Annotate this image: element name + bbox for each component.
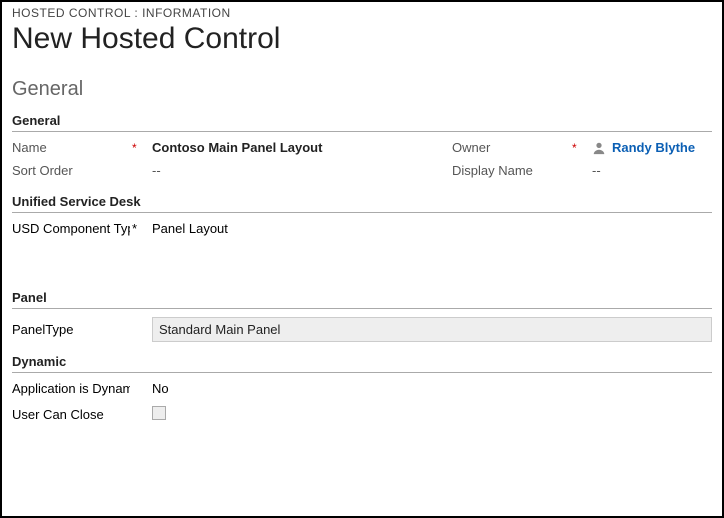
section-title-general: General: [12, 78, 712, 101]
panel-fields: PanelType Standard Main Panel: [12, 317, 712, 342]
app-dynamic-label: Application is Dynamic: [12, 381, 130, 396]
usd-component-label: USD Component Type: [12, 221, 130, 236]
group-header-panel: Panel: [12, 288, 712, 309]
app-dynamic-value[interactable]: No: [152, 381, 712, 396]
owner-label: Owner: [452, 140, 572, 155]
owner-value-cell[interactable]: Randy Blythe: [592, 140, 724, 155]
sort-order-value[interactable]: --: [152, 163, 452, 178]
name-label: Name: [12, 140, 132, 155]
user-icon: [592, 141, 606, 155]
display-name-label: Display Name: [452, 163, 572, 178]
group-header-dynamic: Dynamic: [12, 352, 712, 373]
name-value[interactable]: Contoso Main Panel Layout: [152, 140, 452, 155]
dynamic-fields: Application is Dynamic No User Can Close: [12, 381, 712, 423]
sort-order-label: Sort Order: [12, 163, 132, 178]
group-header-general: General: [12, 111, 712, 132]
usd-component-required: *: [132, 221, 152, 236]
page-title: New Hosted Control: [12, 22, 712, 56]
user-close-checkbox-cell: [152, 406, 712, 423]
owner-required: *: [572, 141, 592, 155]
owner-link[interactable]: Randy Blythe: [612, 140, 695, 155]
panel-type-label: PanelType: [12, 322, 132, 337]
group-header-usd: Unified Service Desk: [12, 192, 712, 213]
panel-type-select[interactable]: Standard Main Panel: [152, 317, 712, 342]
usd-component-value[interactable]: Panel Layout: [152, 221, 712, 236]
user-close-label: User Can Close: [12, 407, 132, 422]
name-required: *: [132, 141, 152, 155]
general-fields: Name * Contoso Main Panel Layout Owner *…: [12, 140, 712, 178]
display-name-value[interactable]: --: [592, 163, 724, 178]
usd-fields: USD Component Type * Panel Layout: [12, 221, 712, 236]
breadcrumb: HOSTED CONTROL : INFORMATION: [12, 6, 712, 22]
user-close-checkbox[interactable]: [152, 406, 166, 420]
